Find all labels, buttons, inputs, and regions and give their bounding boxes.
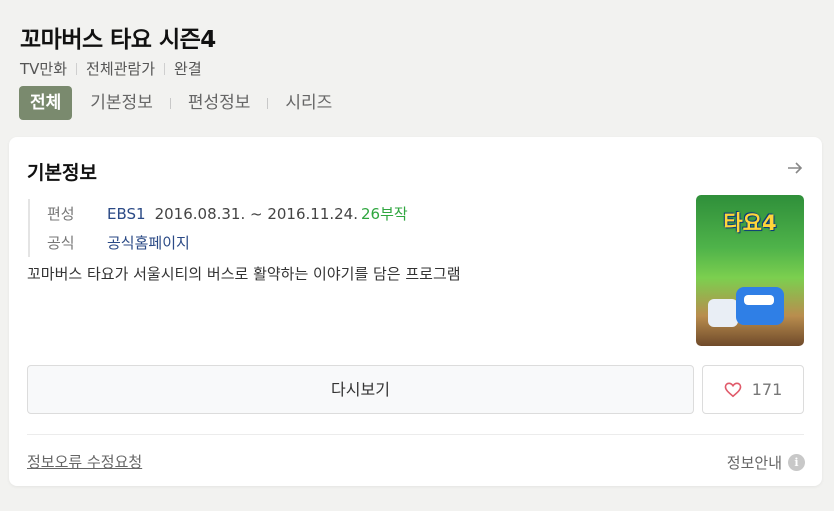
like-count: 171 xyxy=(751,380,783,399)
meta-rating: 전체관람가 xyxy=(86,60,156,78)
poster-bus-white xyxy=(708,299,738,327)
info-guide-label: 정보안내 xyxy=(726,454,782,472)
report-error-link[interactable]: 정보오류 수정요청 xyxy=(27,451,142,472)
tab-divider xyxy=(169,97,171,109)
replay-button[interactable]: 다시보기 xyxy=(27,365,694,414)
official-homepage-link[interactable]: 공식홈페이지 xyxy=(107,232,190,253)
basic-info-card: 기본정보 편성 EBS1 2016.08.31. ~ 2016.11.24. 2… xyxy=(9,137,822,486)
episode-count: 26부작 xyxy=(361,205,408,223)
poster-bus-blue xyxy=(736,287,784,325)
tab-basic-info[interactable]: 기본정보 xyxy=(90,86,153,120)
channel-link[interactable]: EBS1 xyxy=(107,205,146,223)
card-divider xyxy=(27,434,804,435)
arrow-right-icon[interactable] xyxy=(786,159,804,177)
tab-all[interactable]: 전체 xyxy=(19,86,73,120)
broadcast-dates: 2016.08.31. ~ 2016.11.24. xyxy=(154,204,358,223)
meta-divider xyxy=(76,62,78,75)
program-poster[interactable]: 타요4 xyxy=(696,195,804,346)
program-meta: TV만화 전체관람가 완결 xyxy=(20,58,202,79)
heart-icon xyxy=(724,382,742,397)
meta-divider xyxy=(164,62,166,75)
card-title: 기본정보 xyxy=(27,162,97,184)
meta-genre: TV만화 xyxy=(20,60,68,78)
schedule-label: 편성 xyxy=(47,205,75,223)
info-guide-button[interactable]: 정보안내 i xyxy=(727,452,805,473)
tab-series[interactable]: 시리즈 xyxy=(285,86,332,120)
meta-status: 완결 xyxy=(174,60,202,78)
info-icon: i xyxy=(788,454,805,471)
like-button[interactable]: 171 xyxy=(702,365,804,414)
tab-bar: 전체 기본정보 편성정보 시리즈 xyxy=(19,86,332,120)
program-title: 꼬마버스 타요 시즌4 xyxy=(20,27,216,53)
poster-bus-eyes xyxy=(744,295,774,305)
schedule-row: 편성 EBS1 2016.08.31. ~ 2016.11.24. 26부작 xyxy=(47,199,408,228)
tab-schedule[interactable]: 편성정보 xyxy=(188,86,251,120)
official-row: 공식 공식홈페이지 xyxy=(47,228,408,257)
program-description: 꼬마버스 타요가 서울시티의 버스로 활약하는 이야기를 담은 프로그램 xyxy=(27,265,461,283)
official-label: 공식 xyxy=(47,234,75,252)
poster-logo: 타요4 xyxy=(723,211,777,235)
tab-divider xyxy=(267,97,269,109)
info-block: 편성 EBS1 2016.08.31. ~ 2016.11.24. 26부작 공… xyxy=(28,199,408,257)
